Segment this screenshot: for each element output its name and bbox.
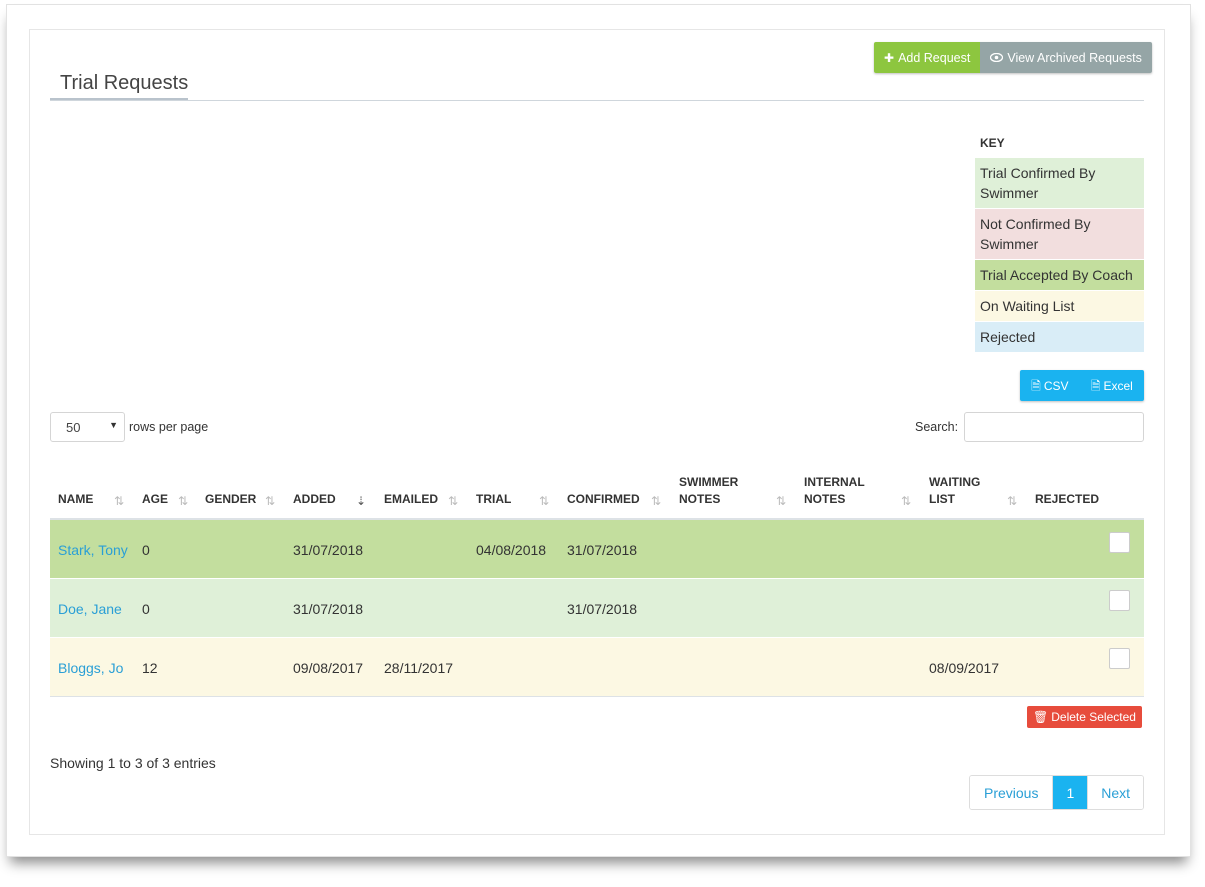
rows-per-page-value: 50 [66,420,81,435]
name-link[interactable]: Bloggs, Jo [58,658,123,678]
emailed-cell: 28/11/2017 [384,659,454,676]
column-header-trial[interactable]: TRIAL [476,470,511,518]
add-request-label: Add Request [898,50,971,65]
age-cell: 0 [142,600,150,617]
page-frame: ✚ Add Request View Archived Requests Tri… [6,4,1191,857]
age-cell: 12 [142,659,158,676]
file-icon: 🗎 [1031,378,1041,393]
column-header-rejected: REJECTED [1035,492,1100,506]
key-item-accepted-by-coach: Trial Accepted By Coach [975,259,1144,290]
column-header-gender[interactable]: GENDER [205,470,256,518]
add-request-button[interactable]: ✚ Add Request [874,42,981,73]
name-cell: Bloggs, Jo [58,638,138,697]
caret-down-icon: ▼ [109,420,118,430]
column-header-added[interactable]: ADDED [293,470,336,518]
view-archived-label: View Archived Requests [1007,50,1142,65]
entries-info: Showing 1 to 3 of 3 entries [50,755,216,771]
eye-icon [990,52,1004,64]
key-item-waiting-list: On Waiting List [975,290,1144,321]
export-button-group: 🗎 CSV 🗎 Excel [1020,370,1144,401]
excel-label: Excel [1103,378,1133,393]
pagination: Previous 1 Next [969,775,1145,810]
status-key: KEY Trial Confirmed By Swimmer Not Confi… [975,130,1144,352]
excel-button[interactable]: 🗎 Excel [1091,379,1133,393]
column-header-emailed[interactable]: EMAILED [384,470,438,518]
delete-selected-label: Delete Selected [1051,710,1136,724]
added-cell: 31/07/2018 [293,541,364,558]
name-cell: Stark, Tony [58,520,128,579]
added-cell: 31/07/2018 [293,600,364,617]
header-button-group: ✚ Add Request View Archived Requests [874,42,1152,73]
sort-icon[interactable]: ⇅ [651,494,661,508]
age-cell: 0 [142,541,150,558]
trial-cell: 04/08/2018 [476,541,547,558]
added-cell: 09/08/2017 [293,659,364,676]
table-row: Bloggs, Jo 12 09/08/2017 28/11/2017 08/0… [50,638,1144,697]
trash-icon: 🗑 [1033,710,1049,724]
trial-requests-panel: ✚ Add Request View Archived Requests Tri… [29,29,1165,835]
name-link[interactable]: Doe, Jane [58,599,122,619]
column-header-internal-notes[interactable]: INTERNAL NOTES [804,470,884,518]
sort-desc-icon[interactable]: ⇣ [356,494,366,508]
excel-file-icon: 🗎 [1090,378,1101,393]
delete-selected-button[interactable]: 🗑 Delete Selected [1027,706,1142,728]
previous-page-button[interactable]: Previous [970,776,1054,809]
column-header-confirmed[interactable]: CONFIRMED [567,470,640,518]
csv-label: CSV [1043,378,1069,393]
sort-icon[interactable]: ⇅ [265,494,275,508]
column-header-age[interactable]: AGE [142,470,168,518]
sort-icon[interactable]: ⇅ [776,494,786,508]
confirmed-cell: 31/07/2018 [567,541,638,558]
name-link[interactable]: Stark, Tony [58,540,128,560]
trial-requests-table: NAME ⇅ AGE ⇅ GENDER ⇅ ADDED ⇣ EMAILED ⇅ … [50,470,1144,697]
sort-icon[interactable]: ⇅ [114,494,124,508]
rows-per-page-select[interactable]: 50 ▼ [50,412,125,442]
confirmed-cell: 31/07/2018 [567,600,638,617]
name-cell: Doe, Jane [58,579,128,638]
waiting-list-cell: 08/09/2017 [929,659,1000,676]
sort-icon[interactable]: ⇅ [178,494,188,508]
view-archived-requests-button[interactable]: View Archived Requests [980,42,1152,73]
table-row: Doe, Jane 0 31/07/2018 31/07/2018 [50,579,1144,638]
search-input[interactable] [964,412,1144,442]
csv-button[interactable]: 🗎 CSV [1031,379,1068,393]
key-title: KEY [980,136,1005,150]
key-item-trial-confirmed: Trial Confirmed By Swimmer [975,157,1144,208]
column-header-swimmer-notes[interactable]: SWIMMER NOTES [679,470,759,518]
rejected-checkbox[interactable] [1109,648,1130,669]
next-page-button[interactable]: Next [1087,776,1144,809]
header-divider [50,100,1144,101]
column-header-waiting-list[interactable]: WAITING LIST [929,470,999,518]
search-label: Search: [915,420,959,434]
column-header-name[interactable]: NAME [58,470,93,518]
sort-icon[interactable]: ⇅ [1007,494,1017,508]
rows-per-page-label: rows per page [129,420,209,434]
rejected-checkbox[interactable] [1109,590,1130,611]
sort-icon[interactable]: ⇅ [901,494,911,508]
plus-icon: ✚ [884,50,895,65]
table-header: NAME ⇅ AGE ⇅ GENDER ⇅ ADDED ⇣ EMAILED ⇅ … [50,470,1144,520]
table-row: Stark, Tony 0 31/07/2018 04/08/2018 31/0… [50,520,1144,579]
rejected-checkbox[interactable] [1109,532,1130,553]
key-item-rejected: Rejected [975,321,1144,352]
sort-icon[interactable]: ⇅ [448,494,458,508]
page-title: Trial Requests [60,72,189,94]
key-item-not-confirmed: Not Confirmed By Swimmer [975,208,1144,259]
sort-icon[interactable]: ⇅ [539,494,549,508]
page-1-button[interactable]: 1 [1053,776,1088,809]
